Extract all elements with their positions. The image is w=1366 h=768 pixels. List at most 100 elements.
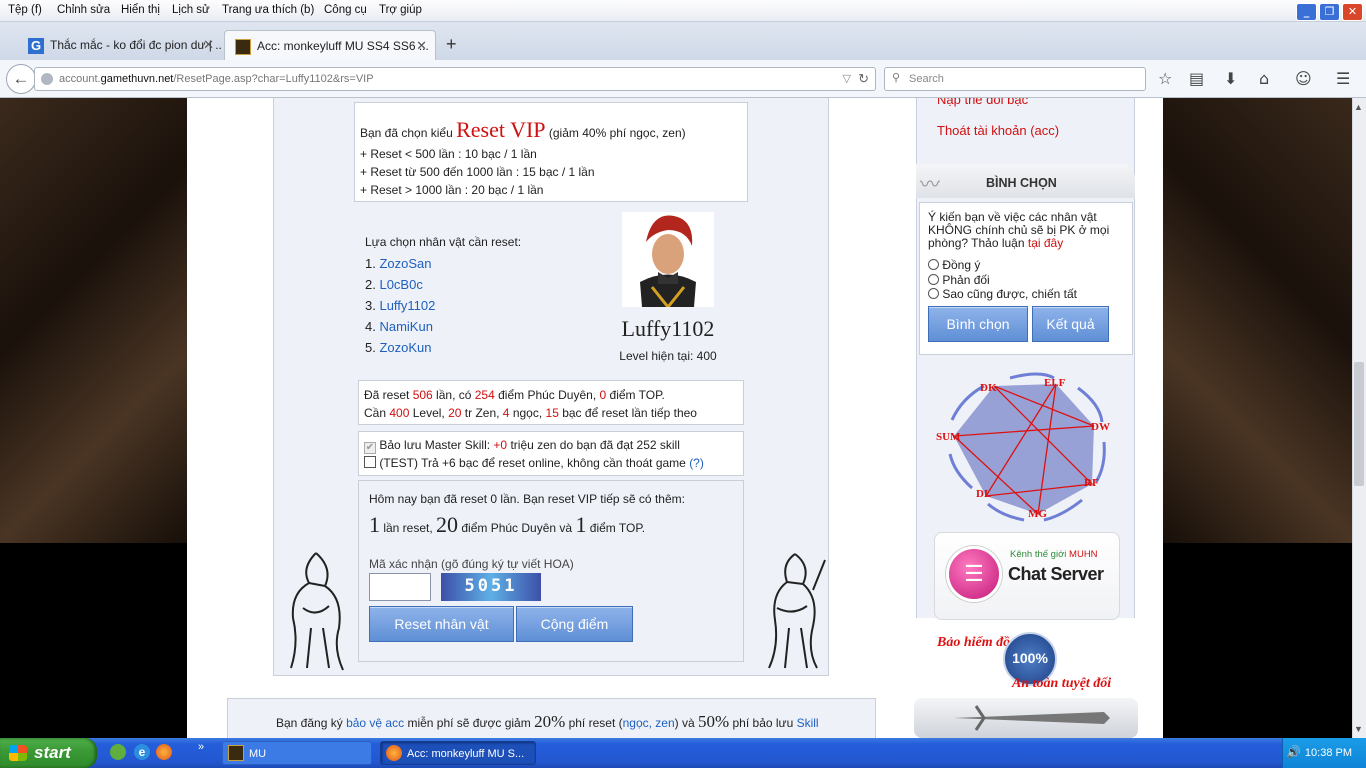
- new-tab-icon[interactable]: +: [446, 34, 457, 55]
- tab-account[interactable]: Acc: monkeyluff MU SS4 SS6 ... ✕: [224, 30, 436, 60]
- search-input[interactable]: ⚲ Search: [884, 67, 1146, 91]
- stats-text: Cần: [364, 406, 390, 420]
- bookmark-star-icon[interactable]: ☆: [1158, 69, 1172, 88]
- reset-options-box: ✔ Bảo lưu Master Skill: +0 triệu zen do …: [358, 431, 744, 476]
- bonus-text: điểm TOP.: [586, 521, 646, 535]
- restore-icon[interactable]: ❐: [1319, 3, 1340, 21]
- smiley-icon[interactable]: ☺: [1295, 69, 1312, 88]
- help-link[interactable]: (?): [689, 456, 704, 470]
- menu-history[interactable]: Lịch sử: [172, 4, 210, 16]
- quicklaunch-app-icon[interactable]: [110, 744, 126, 760]
- selected-character-name: Luffy1102: [621, 316, 715, 341]
- online-reset-checkbox[interactable]: [364, 456, 376, 468]
- tab-account-label: Acc: monkeyluff MU SS4 SS6 ...: [257, 39, 429, 53]
- poll-question-text: Ý kiến bạn về việc các nhân vật KHÔNG ch…: [928, 210, 1110, 250]
- gem-zen-link[interactable]: ngọc, zen: [623, 716, 675, 730]
- home-icon[interactable]: ⌂: [1259, 69, 1269, 88]
- poll-radio[interactable]: [928, 259, 939, 270]
- poll-option-label: Sao cũng được, chiến tất: [942, 287, 1077, 301]
- logout-link[interactable]: Thoát tài khoản (acc): [937, 123, 1059, 138]
- reset-intro: Bạn đã chọn kiểu: [360, 126, 453, 140]
- menu-edit[interactable]: Chỉnh sửa: [57, 4, 110, 16]
- scroll-down-icon[interactable]: ▼: [1354, 724, 1363, 734]
- menu-help[interactable]: Trợ giúp: [379, 4, 422, 16]
- close-window-icon[interactable]: ✕: [1342, 3, 1363, 21]
- master-skill-checkbox[interactable]: ✔: [364, 442, 376, 454]
- bonus-text: lần reset,: [380, 521, 437, 535]
- character-link[interactable]: NamiKun: [379, 319, 432, 334]
- class-label: DK: [980, 382, 997, 394]
- stats-text: bạc để reset lần tiếp theo: [558, 406, 697, 420]
- tab-bar: G Thắc mắc - ko đổi đc pion dư | ... ✕ Ac…: [0, 22, 1366, 60]
- bonus-reset-count: 1: [369, 512, 380, 537]
- warrior-sketch-right: [768, 553, 826, 669]
- poll-radio[interactable]: [928, 288, 939, 299]
- reset-tier: + Reset > 1000 lần : 20 bạc / 1 lần: [360, 183, 544, 197]
- tab-close-icon[interactable]: ✕: [203, 30, 214, 60]
- speaker-icon[interactable]: 🔊: [1286, 745, 1302, 761]
- reload-icon[interactable]: ↻: [858, 68, 869, 90]
- results-button[interactable]: Kết quả: [1032, 306, 1109, 342]
- globe-icon: [41, 73, 53, 85]
- note-text: ) và: [674, 716, 698, 730]
- dropdown-icon[interactable]: ▽: [843, 68, 851, 90]
- minimize-icon[interactable]: _: [1296, 3, 1317, 21]
- required-silver: 15: [545, 406, 559, 420]
- poll-radio[interactable]: [928, 273, 939, 285]
- option-text: (TEST) Trả +6 bạc để reset online, không…: [379, 456, 690, 470]
- character-link[interactable]: L0cB0c: [379, 277, 422, 292]
- menu-file[interactable]: Tệp (f): [8, 4, 42, 16]
- reset-discount: (giảm 40% phí ngọc, zen): [548, 126, 686, 140]
- class-label: DL: [976, 488, 992, 500]
- skill-link[interactable]: Skill: [797, 716, 819, 730]
- gamethu-favicon-icon: G: [28, 37, 44, 54]
- back-arrow-icon[interactable]: ←: [6, 64, 36, 94]
- web-page: Bạn đã chọn kiểu Reset VIP (giảm 40% phí…: [0, 98, 1366, 738]
- add-points-button[interactable]: Cộng điểm: [516, 606, 633, 642]
- tab-forum[interactable]: G Thắc mắc - ko đổi đc pion dư | ... ✕: [18, 30, 222, 60]
- firefox-icon[interactable]: [156, 744, 172, 760]
- selected-character-level: Level hiện tại: 400: [619, 349, 717, 363]
- dragon-icon: 〰: [920, 174, 940, 196]
- url-domain: gamethuvn.net: [100, 73, 174, 85]
- character-link[interactable]: ZozoSan: [379, 256, 431, 271]
- insurance-subtitle: An toàn tuyệt đối: [1012, 676, 1112, 691]
- character-link[interactable]: ZozoKun: [379, 340, 431, 355]
- hamburger-menu-icon[interactable]: ☰: [1336, 69, 1350, 88]
- note-text: phí bảo lưu: [729, 716, 797, 730]
- ie-icon[interactable]: e: [134, 744, 150, 760]
- clock: 10:38 PM: [1304, 747, 1352, 759]
- captcha-input[interactable]: [369, 573, 431, 601]
- protect-account-link[interactable]: bảo vệ acc: [346, 716, 404, 730]
- quicklaunch-more-icon[interactable]: »: [198, 741, 204, 753]
- captcha-label: Mã xác nhận (gõ đúng ký tự viết HOA): [369, 557, 574, 571]
- taskbar-item-firefox[interactable]: Acc: monkeyluff MU S...: [380, 741, 536, 765]
- stats-text: ngọc,: [509, 406, 546, 420]
- scroll-up-icon[interactable]: ▲: [1354, 102, 1363, 112]
- menu-tools[interactable]: Công cụ: [324, 4, 367, 16]
- menu-view[interactable]: Hiển thị: [121, 4, 160, 16]
- vote-button[interactable]: Bình chọn: [928, 306, 1028, 342]
- taskbar-item-label: Acc: monkeyluff MU S...: [407, 748, 525, 760]
- url-bar[interactable]: account.gamethuvn.net/ResetPage.asp?char…: [34, 67, 876, 91]
- warrior-sketch-left: [290, 552, 344, 671]
- download-icon[interactable]: ⬇: [1224, 69, 1237, 88]
- reset-discount-pct: 20%: [534, 712, 566, 731]
- menu-bookmarks[interactable]: Trang ưa thích (b): [222, 4, 314, 16]
- note-text: miễn phí sẽ được giảm: [404, 716, 535, 730]
- reset-type: Reset VIP: [456, 117, 546, 142]
- top-up-link[interactable]: Nạp thẻ đổi bạc: [937, 98, 1028, 107]
- start-label: start: [34, 743, 71, 762]
- poll-option-label: Phản đối: [942, 272, 990, 287]
- class-label: MG: [1028, 508, 1047, 520]
- background-art-left: [0, 98, 187, 543]
- character-link[interactable]: Luffy1102: [379, 298, 435, 313]
- taskbar-item-mu[interactable]: MU: [222, 741, 372, 765]
- note-text: phí reset (: [565, 716, 623, 730]
- reading-list-icon[interactable]: ▤: [1189, 69, 1204, 88]
- reset-stats-box: Đã reset 506 lần, có 254 điểm Phúc Duyên…: [358, 380, 744, 425]
- discussion-link[interactable]: tại đây: [1028, 236, 1063, 250]
- tab-close-icon[interactable]: ✕: [416, 31, 427, 60]
- reset-character-button[interactable]: Reset nhân vật: [369, 606, 514, 642]
- scrollbar-thumb[interactable]: [1354, 362, 1364, 486]
